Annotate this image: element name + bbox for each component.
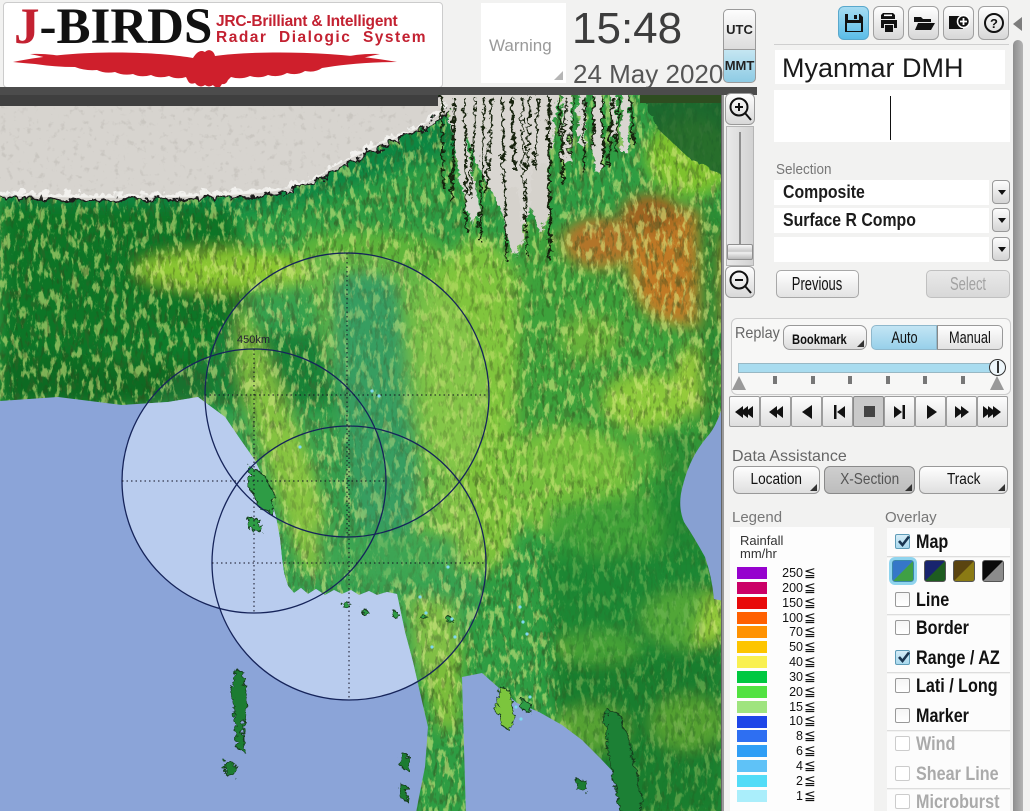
- svg-text:450km: 450km: [237, 334, 270, 346]
- svg-text:?: ?: [990, 16, 998, 31]
